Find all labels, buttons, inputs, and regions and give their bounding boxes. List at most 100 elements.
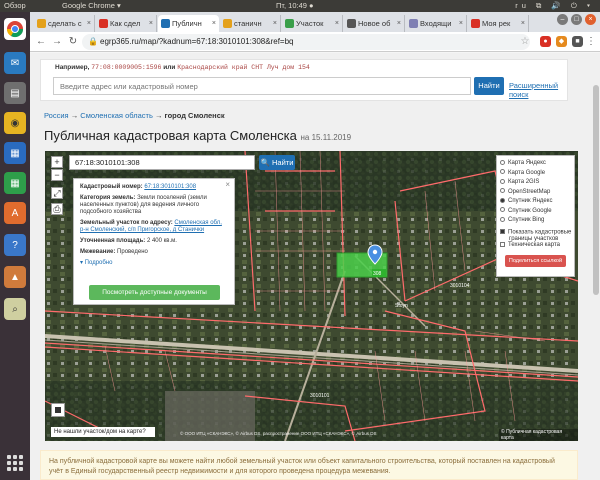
layer-option-5[interactable]: Спутник Google	[500, 207, 571, 217]
details-toggle[interactable]: ▾ Подробно	[80, 260, 228, 267]
layer-radio[interactable]	[500, 197, 505, 203]
image-viewer-icon[interactable]: ▲	[4, 266, 26, 288]
layer-option-0[interactable]: Карта Яндекс	[500, 159, 571, 169]
address-bar[interactable]: 🔒 egrp365.ru/map/?kadnum=67:18:3010101:3…	[82, 34, 530, 50]
forward-icon[interactable]: →	[50, 35, 64, 49]
writer-icon[interactable]: ▦	[4, 142, 26, 164]
tab-close-icon[interactable]: ×	[459, 15, 463, 32]
not-found-link[interactable]: Не нашли участок/дом на карте?	[51, 427, 155, 437]
reload-icon[interactable]: ↻	[66, 35, 80, 49]
system-tray[interactable]: ru ⧉ 🔊 ⏻ ▾	[515, 0, 594, 12]
layer-option-6[interactable]: Спутник Bing	[500, 216, 571, 226]
tech-map-checkbox[interactable]	[500, 241, 505, 247]
cad-number-link[interactable]: 67:18:3010101:308	[144, 184, 196, 190]
show-borders-checkbox[interactable]	[500, 228, 505, 234]
address-search-input[interactable]	[53, 77, 471, 95]
software-center-icon[interactable]: A	[4, 202, 26, 224]
find-button[interactable]: Найти	[474, 77, 504, 95]
help-icon[interactable]: ?	[4, 234, 26, 256]
layer-radio[interactable]	[500, 169, 505, 174]
minimize-icon[interactable]: –	[557, 14, 568, 25]
tab-close-icon[interactable]: ×	[397, 15, 401, 32]
back-icon[interactable]: ←	[34, 35, 48, 49]
map-find-button[interactable]: 🔍 Найти	[259, 155, 295, 170]
tab-close-icon[interactable]: ×	[212, 15, 216, 32]
tab-2[interactable]: Публичн ×	[158, 15, 219, 32]
layer-radio[interactable]	[500, 188, 505, 193]
tab-close-icon[interactable]: ×	[87, 15, 91, 32]
app-menu[interactable]: Google Chrome ▾	[62, 0, 121, 12]
files-icon[interactable]: ▤	[4, 82, 26, 104]
parcel-popup: × Кадастровый номер: 67:18:3010101:308 К…	[73, 178, 235, 305]
advanced-search-link[interactable]: Расширенный поиск	[509, 81, 567, 99]
rhythmbox-icon[interactable]: ◉	[4, 112, 26, 134]
adblock-icon[interactable]: ●	[540, 36, 551, 47]
activities-button[interactable]: Обзор	[4, 0, 26, 12]
extension-icon[interactable]: ◆	[556, 36, 567, 47]
layer-radio[interactable]	[500, 159, 505, 165]
pkk-attribution: © Публичная кадастровая карта	[499, 429, 578, 441]
layer-label: Спутник Bing	[508, 217, 545, 223]
survey-label: Межевание:	[80, 249, 116, 255]
layer-label: Карта 2GIS	[508, 179, 540, 185]
tab-0[interactable]: сделать с ×	[34, 15, 95, 32]
layer-option-2[interactable]: Карта 2GIS	[500, 178, 571, 188]
print-icon[interactable]: ⎙	[51, 203, 63, 215]
popup-close-icon[interactable]: ×	[225, 180, 230, 189]
show-applications-icon[interactable]	[7, 455, 23, 471]
tab-close-icon[interactable]: ×	[149, 15, 153, 32]
clock[interactable]: Пт, 10:49 ●	[276, 0, 314, 12]
screenshot-icon[interactable]: ⌕	[4, 298, 26, 320]
tab-7[interactable]: Моя рек ×	[468, 15, 529, 32]
tab-1[interactable]: Как сдел ×	[96, 15, 157, 32]
tab-6[interactable]: Входящи ×	[406, 15, 467, 32]
tab-label: Входящи	[420, 19, 452, 28]
layer-option-3[interactable]: OpenStreetMap	[500, 188, 571, 198]
scrollbar-thumb[interactable]	[593, 85, 599, 295]
layer-radio[interactable]	[500, 207, 505, 212]
layer-option-4[interactable]: Спутник Яндекс	[500, 197, 571, 207]
zoom-in-button[interactable]: +	[51, 156, 63, 168]
view-documents-button[interactable]: Посмотреть доступные документы	[89, 285, 220, 300]
extension-icon-2[interactable]: ■	[572, 36, 583, 47]
breadcrumb-region[interactable]: Смоленская область	[80, 111, 153, 120]
layer-radio[interactable]	[500, 216, 505, 222]
address-label: Земельный участок по адресу:	[80, 220, 173, 226]
layer-label: Карта Яндекс	[508, 160, 546, 166]
tab-close-icon[interactable]: ×	[521, 15, 525, 32]
system-top-panel: Обзор Google Chrome ▾ Пт, 10:49 ● ru ⧉ 🔊…	[0, 0, 600, 12]
tab-3[interactable]: станичн ×	[220, 15, 281, 32]
survey-value: Проведено	[117, 249, 148, 255]
browser-toolbar: ← → ↻ 🔒 egrp365.ru/map/?kadnum=67:18:301…	[30, 32, 600, 52]
share-link-button[interactable]: Поделиться ссылкой	[505, 254, 566, 267]
tab-4[interactable]: Участок ×	[282, 15, 343, 32]
fullscreen-icon[interactable]: ⤢	[51, 187, 63, 199]
maximize-icon[interactable]: □	[571, 14, 582, 25]
tab-label: Участок	[296, 19, 324, 28]
cadastral-map[interactable]: 308 3010101 3010104 Stoyn + − ⤢ ⎙ 67:18:…	[45, 151, 578, 441]
tab-close-icon[interactable]: ×	[335, 15, 339, 32]
layer-radio[interactable]	[500, 178, 505, 184]
bookmark-star-icon[interactable]: ☆	[518, 35, 532, 49]
calc-icon[interactable]: ▦	[4, 172, 26, 194]
tab-close-icon[interactable]: ×	[273, 15, 277, 32]
close-window-icon[interactable]: ×	[585, 14, 596, 25]
legend-icon[interactable]	[51, 403, 65, 417]
layer-option-1[interactable]: Карта Google	[500, 169, 571, 179]
tab-5[interactable]: Новое об ×	[344, 15, 405, 32]
page-scrollbar[interactable]	[592, 53, 600, 480]
example-address[interactable]: Краснодарский край СНТ Луч дом 154	[177, 64, 310, 71]
example-cad-number[interactable]: 77:08:0009005:1596	[91, 64, 161, 71]
zoom-out-button[interactable]: −	[51, 169, 63, 181]
popup-address-row: Земельный участок по адресу: Смоленская …	[80, 220, 228, 234]
breadcrumb-russia[interactable]: Россия	[44, 111, 69, 120]
menu-icon[interactable]: ⋮	[584, 35, 598, 49]
map-search-input[interactable]: 67:18:3010101:308	[69, 155, 255, 170]
show-borders-option[interactable]: Показать кадастровые границы участков	[500, 228, 571, 242]
info-banner: На публичной кадастровой карте вы можете…	[40, 450, 578, 480]
popup-category-row: Категория земель: Земли поселений (земли…	[80, 195, 228, 216]
thunderbird-icon[interactable]: ✉	[4, 52, 26, 74]
popup-survey-row: Межевание: Проведено	[80, 249, 228, 256]
tech-map-option[interactable]: Техническая карта	[500, 241, 571, 251]
chrome-icon[interactable]	[4, 18, 26, 40]
